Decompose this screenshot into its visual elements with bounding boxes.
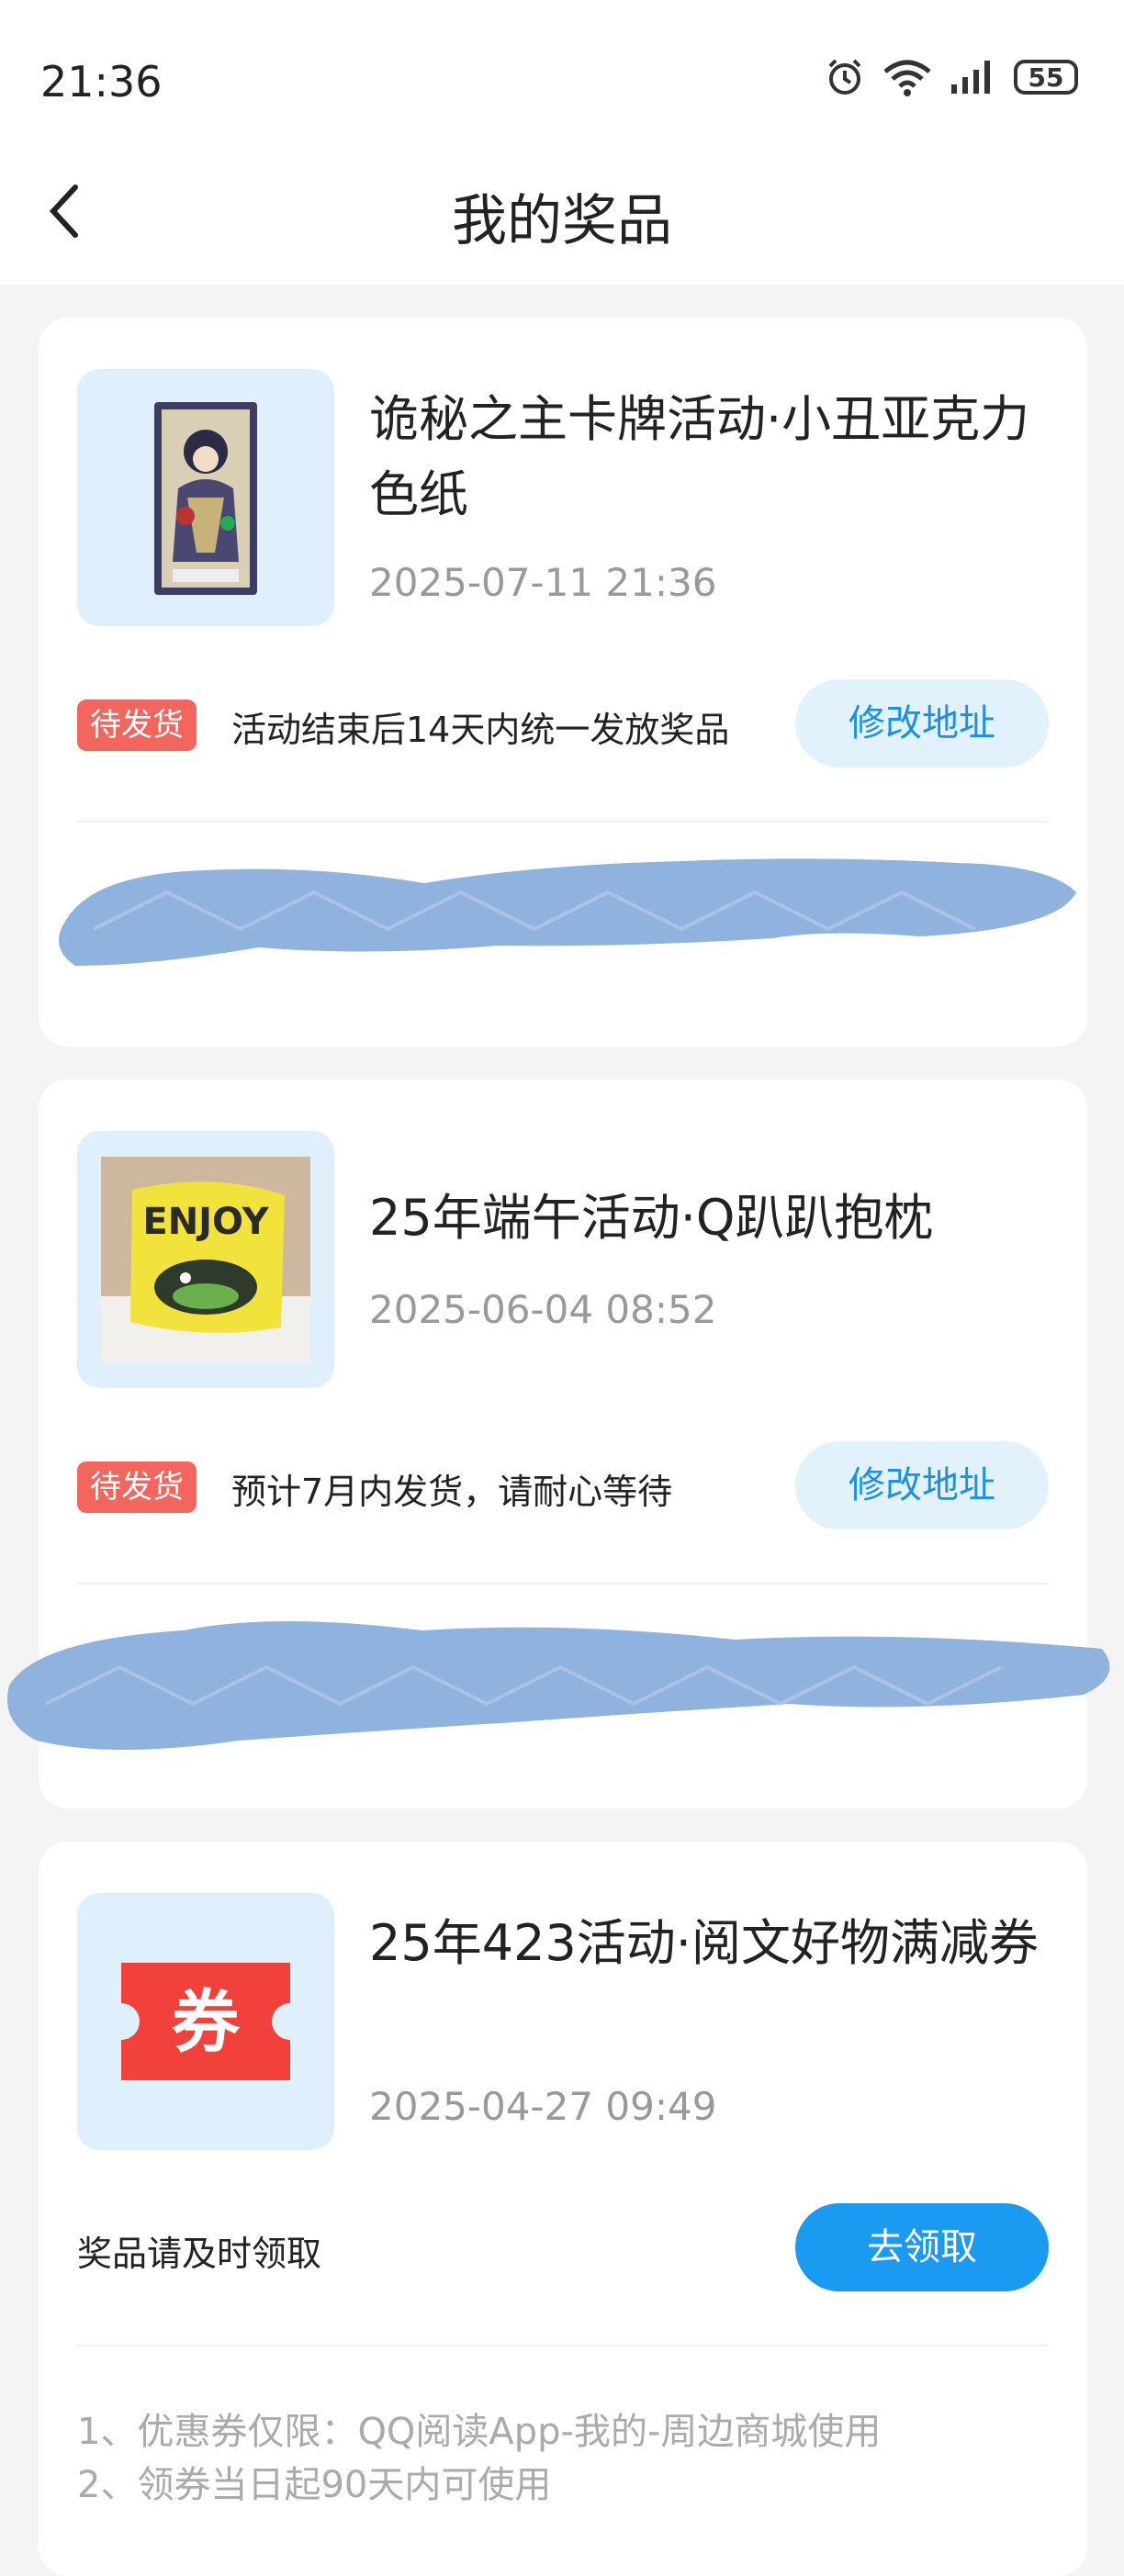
prize-notice: 预计7月内发货，请耐心等待: [231, 1472, 673, 1512]
tarot-card-image: [154, 402, 257, 595]
prize-title: 诡秘之主卡牌活动·小丑亚克力色纸: [369, 390, 1030, 523]
redaction-scribble: [59, 858, 1076, 966]
prize-thumbnail: ENJOY: [77, 1131, 334, 1388]
prize-date: 2025-04-27 09:49: [369, 2084, 717, 2129]
battery-icon: 55: [1014, 60, 1078, 95]
prize-notice: 奖品请及时领取: [77, 2234, 322, 2274]
nav-bar: 我的奖品: [0, 110, 1124, 285]
status-badge: 待发货: [77, 700, 197, 751]
divider: [77, 2345, 1049, 2346]
coupon-info-line: 1、优惠券仅限：QQ阅读App-我的-周边商城使用: [77, 2411, 882, 2453]
prize-card: 诡秘之主卡牌活动·小丑亚克力色纸 2025-07-11 21:36 待发货 活动…: [39, 318, 1087, 1047]
prize-card: 券 25年423活动·阅文好物满减券 2025-04-27 09:49 奖品请及…: [39, 1842, 1087, 2576]
status-icons: 55: [825, 57, 1078, 97]
edit-address-button[interactable]: 修改地址: [795, 679, 1049, 767]
alarm-icon: [828, 59, 861, 95]
status-time: 21:36: [40, 57, 163, 106]
claim-button[interactable]: 去领取: [795, 2203, 1049, 2291]
page-title: 我的奖品: [452, 189, 672, 253]
divider: [77, 821, 1049, 823]
prize-title: 25年423活动·阅文好物满减券: [369, 1914, 1039, 1972]
edit-address-button[interactable]: 修改地址: [795, 1441, 1049, 1529]
prize-date: 2025-06-04 08:52: [369, 1287, 717, 1332]
prize-thumbnail: 券: [77, 1893, 334, 2150]
prize-card: ENJOY 25年端午活动·Q趴趴抱枕 2025-06-04 08:52 待发货…: [7, 1080, 1110, 1809]
prize-notice: 活动结束后14天内统一发放奖品: [231, 710, 730, 750]
coupon-info-line: 2、领券当日起90天内可使用: [77, 2464, 552, 2506]
pillow-image: ENJOY: [101, 1157, 310, 1362]
prize-title: 25年端午活动·Q趴趴抱枕: [369, 1189, 934, 1247]
pillow-text: ENJOY: [142, 1201, 269, 1243]
wifi-icon: [883, 60, 931, 96]
redaction-scribble: [7, 1621, 1110, 1750]
coupon-text: 券: [172, 1983, 241, 2062]
prize-date: 2025-07-11 21:36: [369, 560, 717, 605]
coupon-icon: 券: [121, 1963, 290, 2080]
status-badge: 待发货: [77, 1462, 197, 1513]
signal-icon: [951, 61, 990, 94]
prize-thumbnail: [77, 369, 334, 626]
